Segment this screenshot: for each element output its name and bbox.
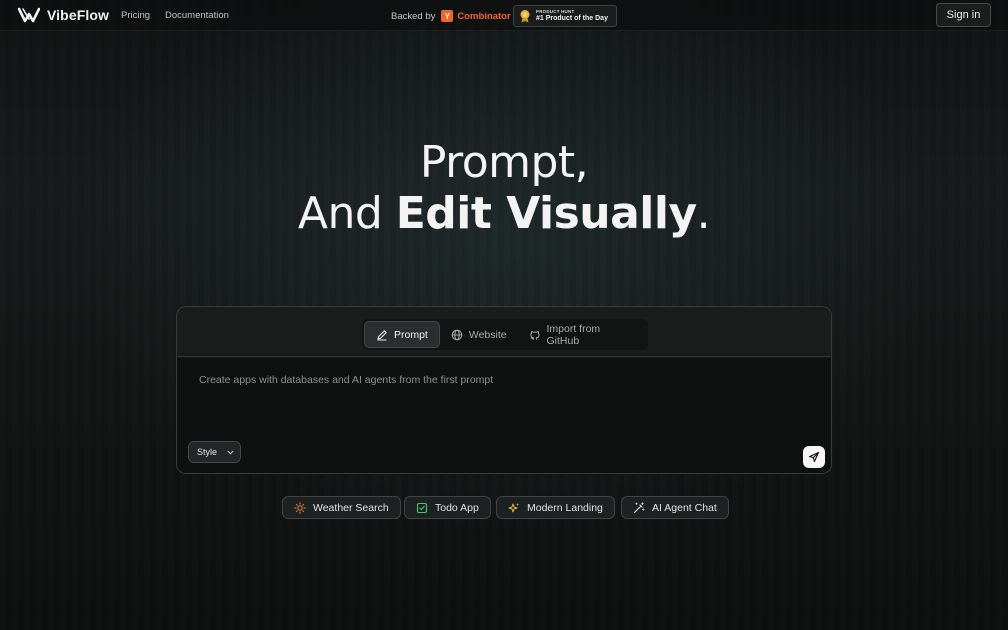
sun-icon bbox=[294, 501, 306, 514]
tab-import-github-label: Import from GitHub bbox=[546, 322, 601, 347]
tab-website-label: Website bbox=[468, 328, 507, 341]
magic-wand-icon bbox=[633, 501, 645, 513]
chip-ai-agent-chat-label: AI Agent Chat bbox=[652, 501, 717, 514]
hero-line2-bold: Edit Visually bbox=[395, 188, 697, 239]
nav-link-pricing[interactable]: Pricing bbox=[121, 10, 150, 21]
send-button[interactable] bbox=[803, 446, 825, 468]
chip-weather-search[interactable]: Weather Search bbox=[282, 496, 401, 519]
top-navbar: VibeFlow Pricing Documentation Backed by… bbox=[0, 0, 1008, 31]
chip-todo-app[interactable]: Todo App bbox=[404, 496, 491, 519]
chip-todo-app-label: Todo App bbox=[435, 501, 479, 514]
yc-logo-icon: Y bbox=[441, 10, 454, 22]
tab-website[interactable]: Website bbox=[440, 321, 518, 348]
style-dropdown-label: Style bbox=[197, 447, 218, 457]
chip-weather-search-label: Weather Search bbox=[313, 501, 389, 514]
hero-line2-suffix: . bbox=[696, 188, 711, 239]
backed-by-label: Backed by bbox=[391, 10, 436, 22]
hero-line2-prefix: And bbox=[297, 188, 396, 239]
brand-logo[interactable]: VibeFlow bbox=[18, 6, 109, 24]
style-dropdown[interactable]: Style bbox=[188, 441, 241, 463]
medal-icon bbox=[520, 10, 530, 23]
tab-import-github[interactable]: Import from GitHub bbox=[518, 321, 646, 348]
pencil-icon bbox=[377, 329, 387, 340]
prompt-composer: Prompt Website Import from GitHub Create… bbox=[176, 306, 832, 474]
chip-modern-landing-label: Modern Landing bbox=[527, 501, 603, 514]
composer-body: Style bbox=[177, 358, 831, 473]
checkbox-icon bbox=[416, 502, 428, 513]
yc-name: Combinator bbox=[457, 10, 511, 22]
composer-header: Prompt Website Import from GitHub bbox=[177, 307, 831, 357]
send-icon bbox=[808, 451, 820, 463]
nav-link-documentation[interactable]: Documentation bbox=[165, 10, 229, 21]
sign-in-button[interactable]: Sign in bbox=[936, 3, 991, 27]
globe-icon bbox=[451, 329, 463, 340]
hero-title-line2: And Edit Visually. bbox=[0, 188, 1008, 239]
hero-title-line1: Prompt, bbox=[419, 137, 589, 188]
brand-name: VibeFlow bbox=[47, 7, 109, 23]
composer-tabs: Prompt Website Import from GitHub bbox=[362, 319, 648, 350]
vibeflow-logo-icon bbox=[18, 7, 40, 23]
tab-prompt-label: Prompt bbox=[394, 328, 428, 341]
github-icon bbox=[529, 330, 540, 340]
chevron-down-icon bbox=[227, 450, 234, 455]
chip-modern-landing[interactable]: Modern Landing bbox=[496, 496, 615, 519]
product-hunt-badge[interactable]: PRODUCT HUNT #1 Product of the Day bbox=[513, 5, 617, 27]
product-hunt-award: #1 Product of the Day bbox=[536, 15, 608, 22]
sparkles-icon bbox=[508, 502, 519, 512]
prompt-input[interactable] bbox=[199, 374, 799, 434]
tab-prompt[interactable]: Prompt bbox=[364, 321, 440, 348]
chip-ai-agent-chat[interactable]: AI Agent Chat bbox=[621, 496, 729, 519]
backed-by-yc[interactable]: Backed by Y Combinator bbox=[391, 10, 511, 22]
